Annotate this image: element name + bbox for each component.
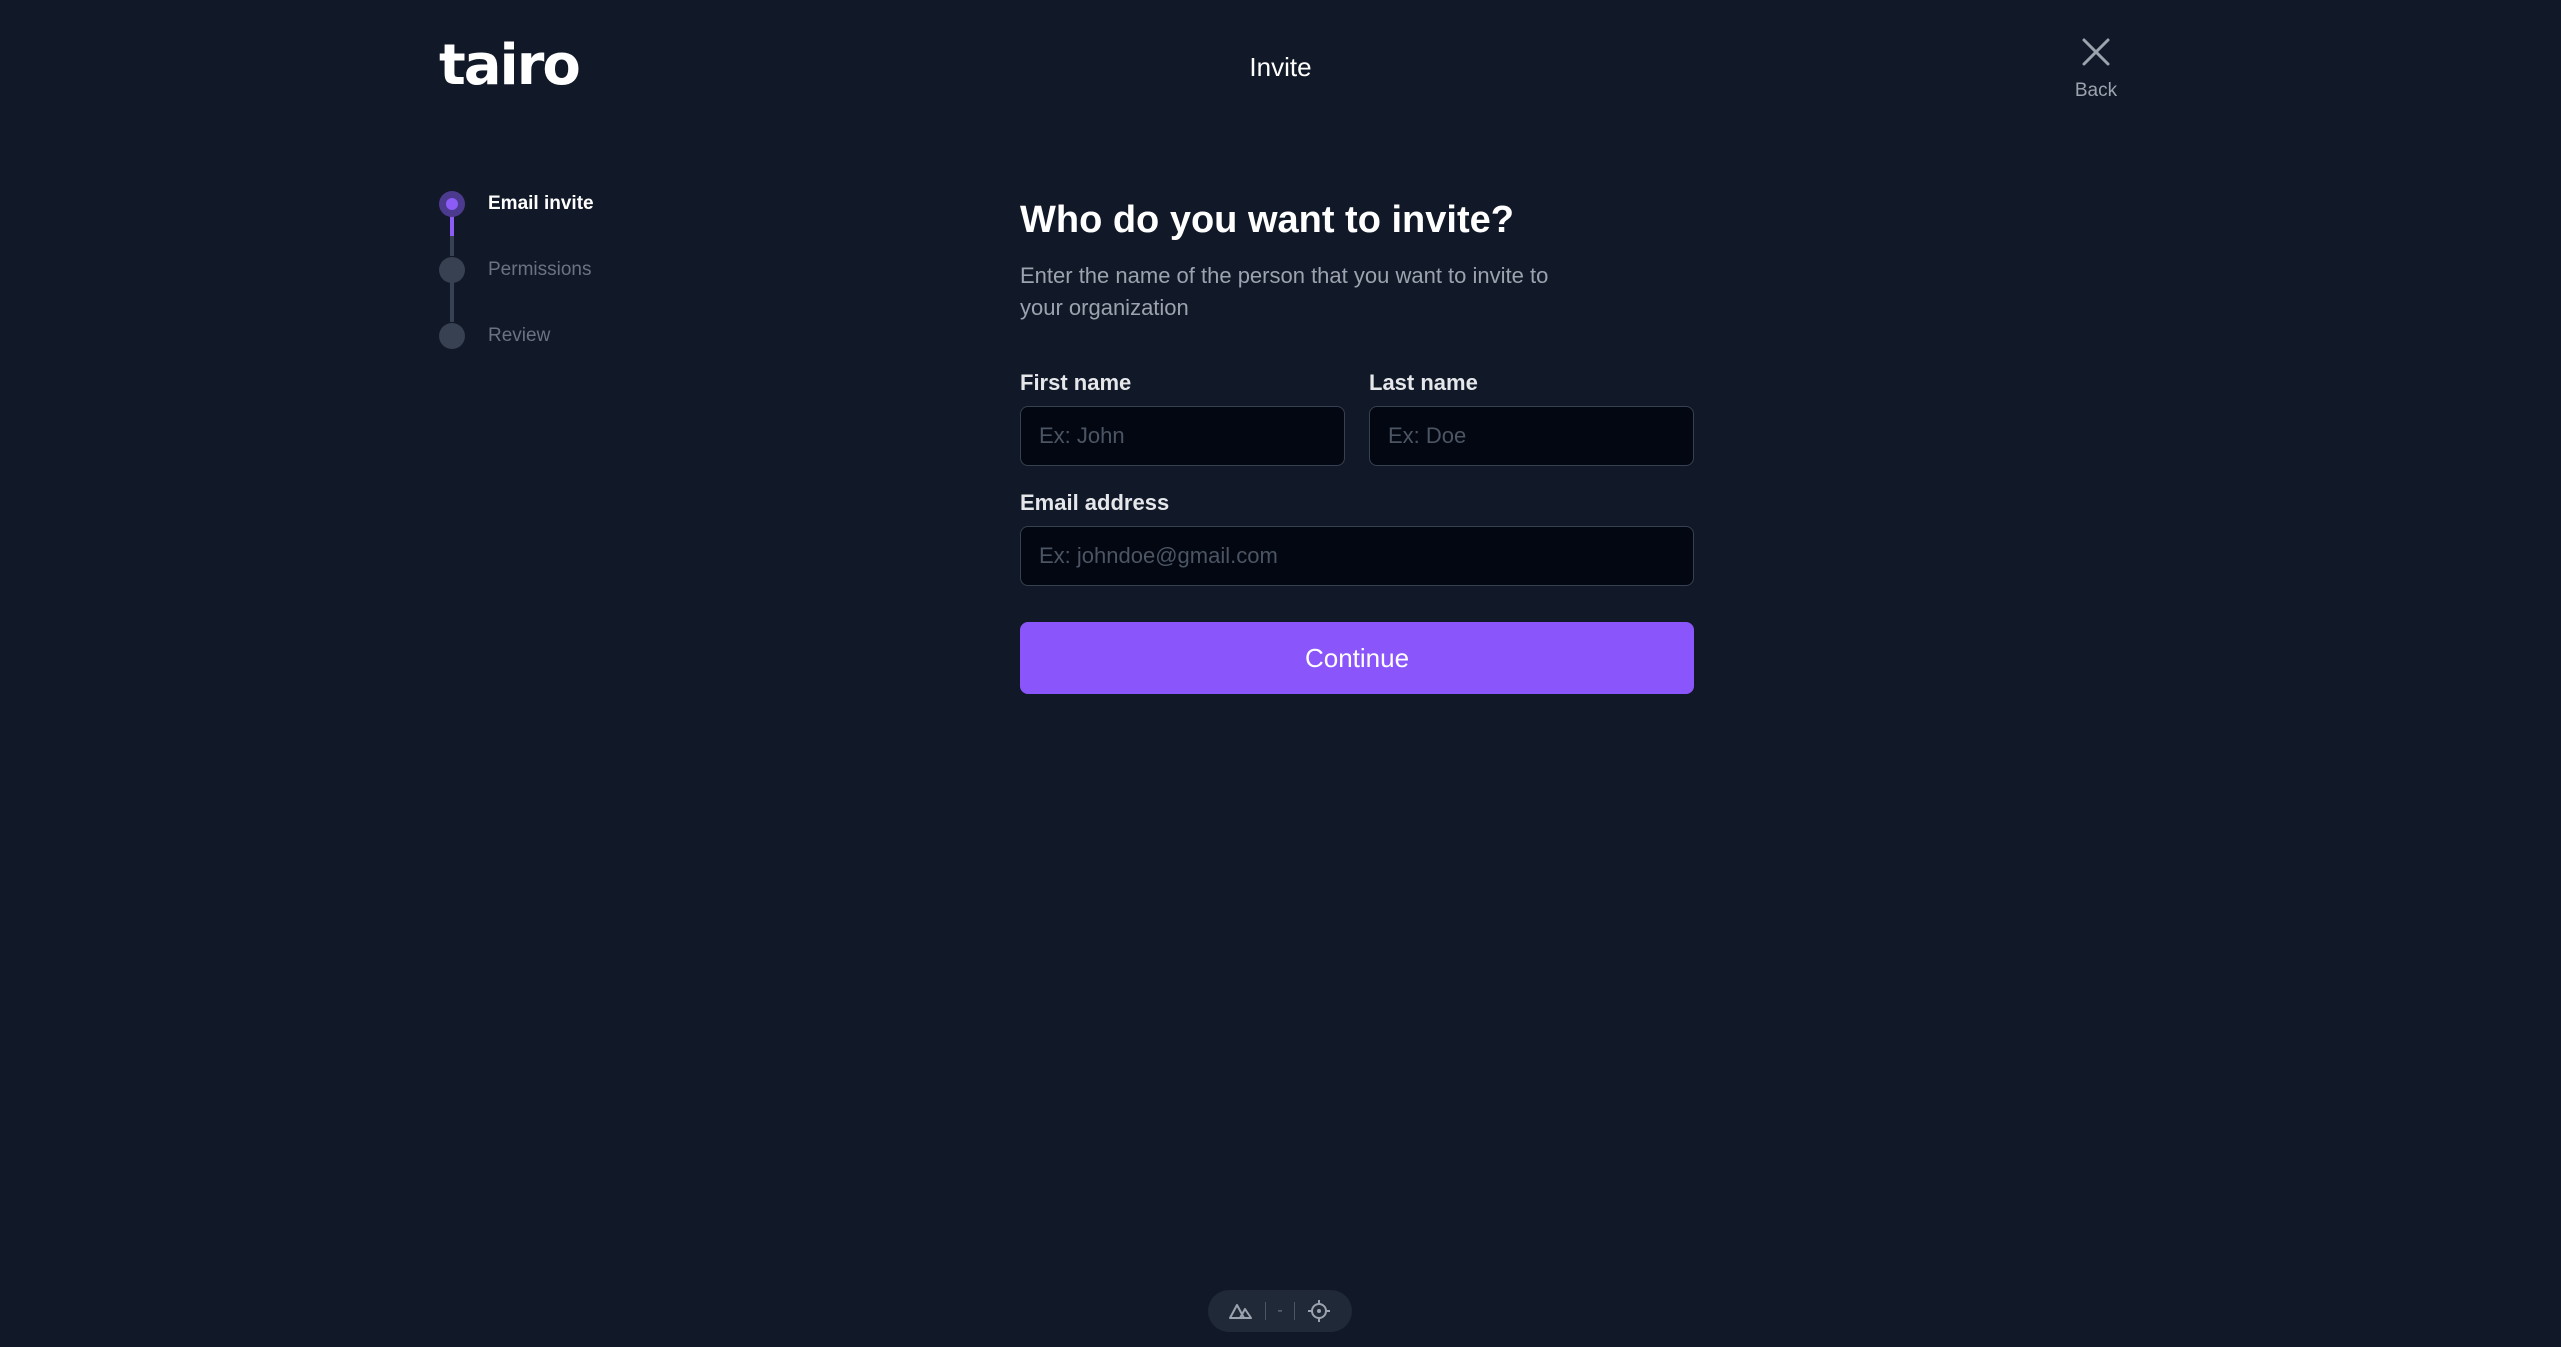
continue-button[interactable]: Continue — [1020, 622, 1694, 694]
email-group: Email address — [1020, 490, 1694, 586]
form-heading: Who do you want to invite? — [1020, 199, 1514, 241]
step-label: Email invite — [488, 193, 594, 214]
step-permissions[interactable]: Permissions — [439, 256, 591, 284]
nuxt-logo-icon[interactable] — [1228, 1298, 1254, 1324]
step-connector-active — [450, 216, 454, 236]
email-input[interactable] — [1020, 526, 1694, 586]
wizard-stepper: Email invite Permissions Review — [439, 190, 699, 350]
step-review[interactable]: Review — [439, 322, 550, 350]
step-indicator — [439, 257, 465, 283]
toolbar-divider — [1293, 1302, 1295, 1320]
first-name-input[interactable] — [1020, 406, 1345, 466]
last-name-input[interactable] — [1369, 406, 1694, 466]
close-icon — [2082, 38, 2110, 66]
last-name-label: Last name — [1369, 370, 1478, 395]
invite-page: tairo Invite Back Email invite Permissio… — [0, 0, 2561, 1347]
email-label: Email address — [1020, 490, 1170, 515]
last-name-group: Last name — [1369, 370, 1694, 466]
form-description: Enter the name of the person that you wa… — [1020, 263, 1549, 320]
back-button[interactable]: Back — [2056, 34, 2136, 102]
toolbar-divider — [1264, 1302, 1266, 1320]
name-row: First name Last name — [1020, 370, 1694, 466]
step-label: Permissions — [488, 259, 592, 280]
step-label: Review — [488, 325, 551, 346]
page-title: Invite — [1249, 52, 1312, 82]
first-name-label: First name — [1020, 370, 1132, 395]
toolbar-status: - — [1277, 1302, 1283, 1319]
step-connector — [450, 282, 454, 322]
crosshair-icon[interactable] — [1306, 1298, 1332, 1324]
step-indicator — [439, 323, 465, 349]
back-label: Back — [2074, 80, 2118, 101]
devtools-toolbar: - — [1208, 1290, 1352, 1332]
invite-form: Who do you want to invite? Enter the nam… — [1020, 196, 1694, 694]
first-name-group: First name — [1020, 370, 1345, 466]
step-connector — [450, 236, 454, 256]
step-indicator-active — [439, 191, 465, 217]
step-email-invite[interactable]: Email invite — [439, 190, 594, 218]
